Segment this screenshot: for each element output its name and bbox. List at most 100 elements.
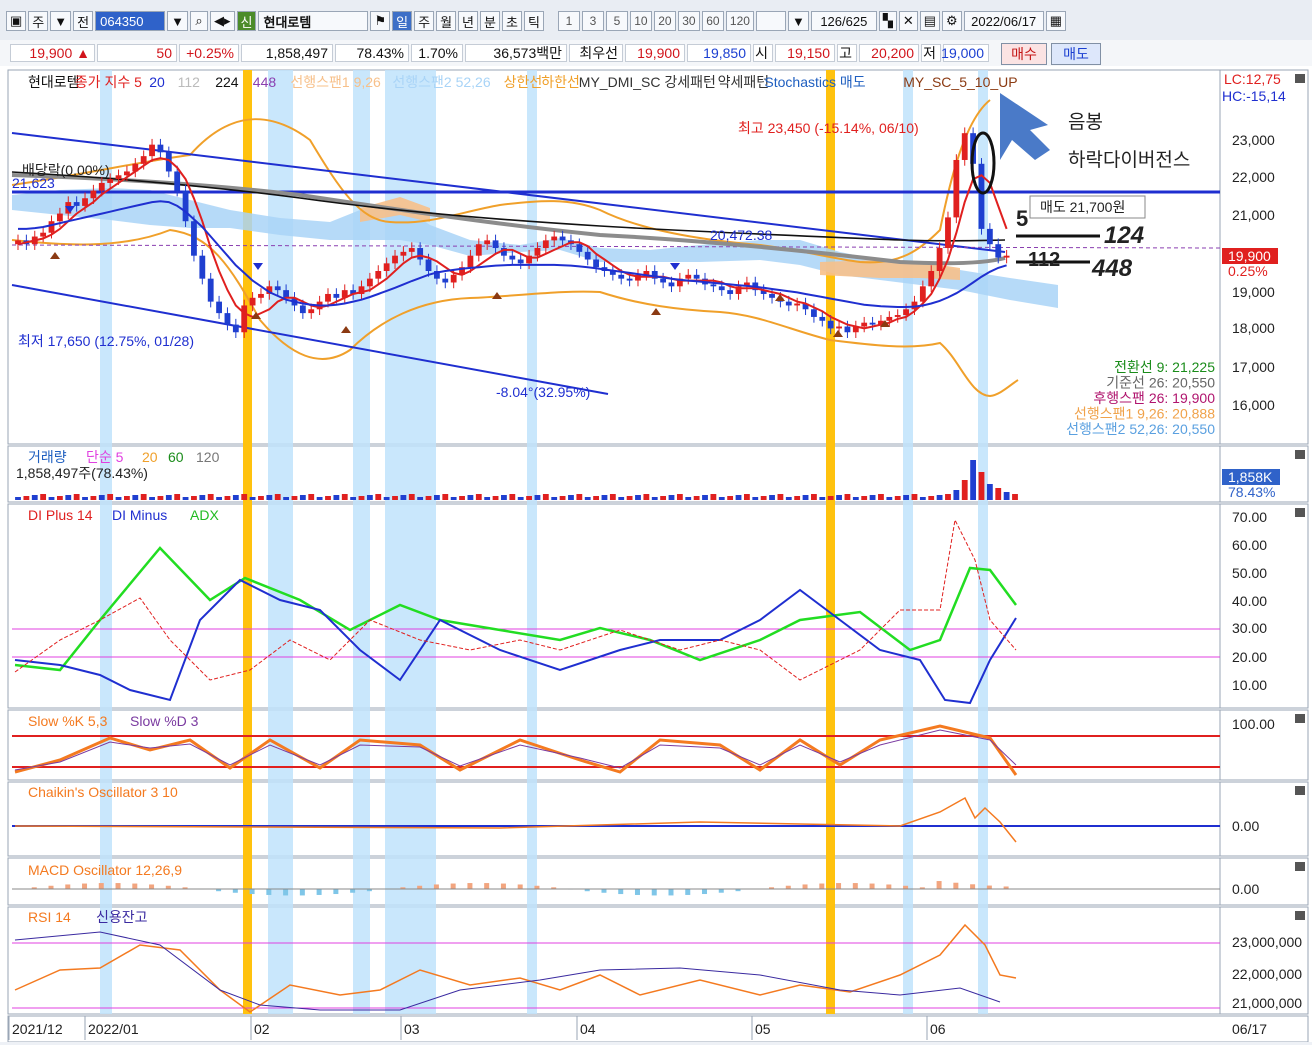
- zoom-icon[interactable]: ▚: [878, 11, 897, 31]
- volume-bar: [48, 497, 55, 500]
- volume-bar: [400, 495, 407, 500]
- candle-body: [90, 190, 97, 199]
- volume-bar: [643, 494, 650, 500]
- date-axis-tick: 02: [254, 1021, 270, 1037]
- sell-button[interactable]: 매도: [1051, 43, 1101, 65]
- interval-button[interactable]: 1: [557, 11, 580, 31]
- dmi-axis-tick: 50.00: [1232, 565, 1267, 581]
- candle-body: [1003, 255, 1010, 258]
- volume-bar: [978, 472, 985, 500]
- period-button-tick[interactable]: 틱: [523, 11, 544, 31]
- period-button-week[interactable]: 주: [414, 11, 435, 31]
- market-dropdown-icon[interactable]: ▼: [50, 11, 72, 31]
- candle-body: [584, 251, 591, 260]
- candle-body: [836, 326, 842, 329]
- low-price: 19,000: [941, 44, 989, 62]
- interval-button[interactable]: 20: [653, 11, 676, 31]
- handwritten-label: 124: [1104, 222, 1144, 249]
- volume-bar: [551, 497, 558, 500]
- period-button-minute[interactable]: 분: [480, 11, 500, 31]
- code-dropdown-icon[interactable]: ▼: [167, 11, 188, 31]
- save-icon[interactable]: ▤: [919, 11, 941, 31]
- signal-band: [903, 70, 913, 1014]
- period-button-year[interactable]: 년: [458, 11, 479, 31]
- custom-interval-input[interactable]: [755, 11, 786, 31]
- volume-bar: [501, 495, 507, 500]
- interval-button[interactable]: 10: [629, 11, 652, 31]
- interval-button[interactable]: 3: [581, 11, 604, 31]
- stock-code-input[interactable]: 064350: [95, 11, 166, 31]
- interval-button[interactable]: 5: [605, 11, 628, 31]
- date-field[interactable]: 2022/06/17: [963, 11, 1044, 31]
- candle-body: [685, 274, 692, 279]
- volume-bar: [107, 494, 114, 500]
- candle-body: [325, 293, 331, 302]
- interval-button[interactable]: 120: [725, 11, 754, 31]
- candle-body: [953, 159, 960, 218]
- interval-dropdown-icon[interactable]: ▼: [787, 11, 809, 31]
- stoch-axis-tick: 100.00: [1232, 716, 1275, 732]
- crosshair-icon[interactable]: ✕: [898, 11, 918, 31]
- calendar-icon[interactable]: ▦: [1045, 11, 1066, 31]
- volume-bar: [785, 497, 792, 500]
- volume-bar: [995, 488, 1002, 500]
- candle-body: [232, 324, 239, 333]
- credit-badge: 신: [236, 11, 257, 31]
- volume-bar: [23, 496, 30, 500]
- date-axis-tick: 04: [580, 1021, 596, 1037]
- low-label: 저: [921, 44, 941, 62]
- period-label[interactable]: 전: [73, 11, 94, 31]
- volume-bar: [124, 496, 130, 500]
- window-menu-icon[interactable]: ▣: [6, 11, 27, 31]
- macd-bar: [718, 889, 724, 893]
- period-button-day[interactable]: 일: [392, 11, 413, 31]
- sound-icon[interactable]: ◀▸: [209, 11, 235, 31]
- interval-button[interactable]: 30: [677, 11, 700, 31]
- interval-button[interactable]: 60: [701, 11, 724, 31]
- legend-entry: 종가 지수 5: [75, 74, 142, 90]
- volume-bar: [869, 495, 876, 500]
- volume-bar: [299, 495, 306, 500]
- rsi-axis-tick: 23,000,000: [1232, 934, 1302, 950]
- period-button-second[interactable]: 초: [501, 11, 522, 31]
- market-select[interactable]: 주: [28, 11, 49, 31]
- volume-bar: [425, 496, 432, 500]
- macd-bar: [618, 889, 624, 895]
- dmi-axis-tick: 20.00: [1232, 649, 1267, 665]
- volume-legend: 거래량: [28, 449, 67, 465]
- volume-bar: [836, 495, 842, 500]
- signal-band-highlight: [243, 70, 252, 1014]
- volume-bar: [542, 494, 549, 500]
- legend-entry: 선행스팬2 52,26: [392, 74, 490, 90]
- volume-bar: [584, 497, 591, 500]
- candle-body: [995, 244, 1002, 258]
- volume-bar: [325, 496, 331, 500]
- macd-bar: [668, 889, 674, 896]
- ichimoku-value: 전환선 9: 21,225: [1114, 359, 1215, 375]
- volume-bar: [676, 494, 683, 500]
- macd-bar: [266, 889, 272, 895]
- panel-close-icon: [1295, 786, 1305, 795]
- date-axis-tick: 2021/12: [12, 1021, 63, 1037]
- volume-bar: [735, 495, 742, 500]
- legend-hc: HC:-15,14: [1222, 88, 1286, 104]
- volume-bar: [459, 496, 465, 500]
- search-icon[interactable]: ⌕: [189, 11, 208, 31]
- volume-bar: [291, 496, 298, 500]
- candle-body: [333, 293, 340, 298]
- volume-bar: [383, 497, 390, 500]
- legend-entry: 20: [149, 74, 165, 90]
- gear-icon[interactable]: ⚙: [942, 11, 962, 31]
- macd-bar: [232, 889, 238, 893]
- volume-bar: [702, 495, 708, 500]
- buy-button[interactable]: 매수: [1001, 43, 1047, 65]
- candle-body: [442, 278, 449, 283]
- volume-bar: [568, 495, 574, 500]
- volume-bar: [316, 497, 323, 500]
- period-button-month[interactable]: 월: [436, 11, 457, 31]
- flag-icon[interactable]: ⚑: [370, 11, 391, 31]
- candle-body: [383, 263, 390, 271]
- volume-bar: [115, 497, 122, 500]
- volume-bar: [819, 497, 826, 500]
- candle-body: [425, 259, 432, 271]
